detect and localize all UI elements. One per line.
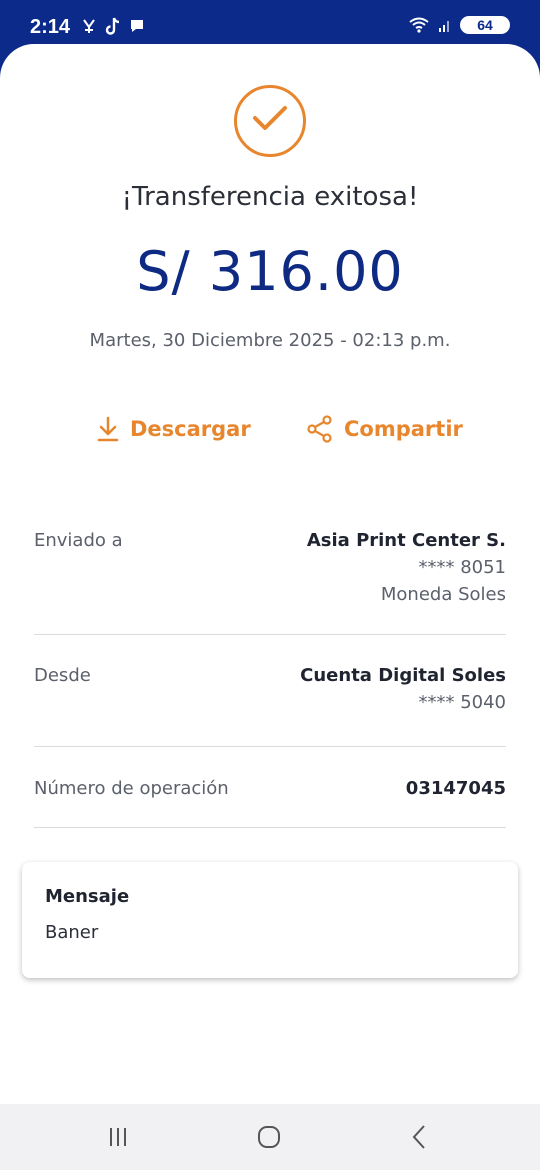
back-button[interactable]: [405, 1122, 435, 1152]
status-system-icons: 64: [408, 16, 510, 34]
success-title: ¡Transferencia exitosa!: [121, 182, 419, 212]
recipient-currency: Moneda Soles: [380, 584, 506, 605]
system-nav-bar: [0, 1104, 540, 1170]
back-icon: [412, 1125, 425, 1149]
battery-indicator: 64: [460, 16, 510, 34]
transfer-amount: S/ 316.00: [136, 240, 404, 303]
transfer-datetime: Martes, 30 Diciembre 2025 - 02:13 p.m.: [89, 330, 451, 351]
app-notification-icon: [83, 19, 95, 33]
sent-to-label: Enviado a: [34, 530, 123, 551]
operation-label: Número de operación: [34, 778, 229, 799]
from-value: Cuenta Digital Soles **** 5040: [300, 665, 506, 719]
detail-row-from: Desde Cuenta Digital Soles **** 5040: [34, 665, 506, 747]
home-button[interactable]: [254, 1122, 284, 1152]
operation-number: 03147045: [405, 778, 506, 799]
share-button[interactable]: Compartir: [306, 412, 463, 446]
message-text: Baner: [45, 922, 99, 943]
home-icon: [258, 1126, 280, 1148]
source-account-number: **** 5040: [418, 692, 506, 713]
success-check-icon: [234, 85, 306, 157]
signal-icon: [439, 21, 449, 32]
recipient-name: Asia Print Center S.: [306, 530, 506, 551]
detail-row-operation: Número de operación 03147045: [34, 778, 506, 828]
sent-to-value: Asia Print Center S. **** 8051 Moneda So…: [307, 530, 506, 611]
share-icon: [307, 415, 332, 443]
download-button[interactable]: Descargar: [96, 412, 251, 446]
recent-apps-button[interactable]: [103, 1122, 133, 1152]
share-label: Compartir: [344, 417, 463, 441]
operation-value: 03147045: [406, 778, 506, 805]
message-card: Mensaje Baner: [22, 862, 518, 978]
download-label: Descargar: [130, 417, 251, 441]
chat-bubble-icon: [131, 20, 143, 32]
download-icon: [97, 416, 119, 442]
status-time: 2:14: [30, 16, 71, 38]
wifi-icon: [409, 17, 429, 33]
recipient-account: **** 8051: [418, 557, 506, 578]
tiktok-icon: [105, 17, 120, 35]
recent-apps-icon: [110, 1128, 126, 1146]
from-label: Desde: [34, 665, 91, 686]
detail-row-sent-to: Enviado a Asia Print Center S. **** 8051…: [34, 530, 506, 635]
source-account-name: Cuenta Digital Soles: [300, 665, 506, 686]
status-notification-icons: [80, 16, 146, 36]
message-title: Mensaje: [45, 886, 130, 907]
